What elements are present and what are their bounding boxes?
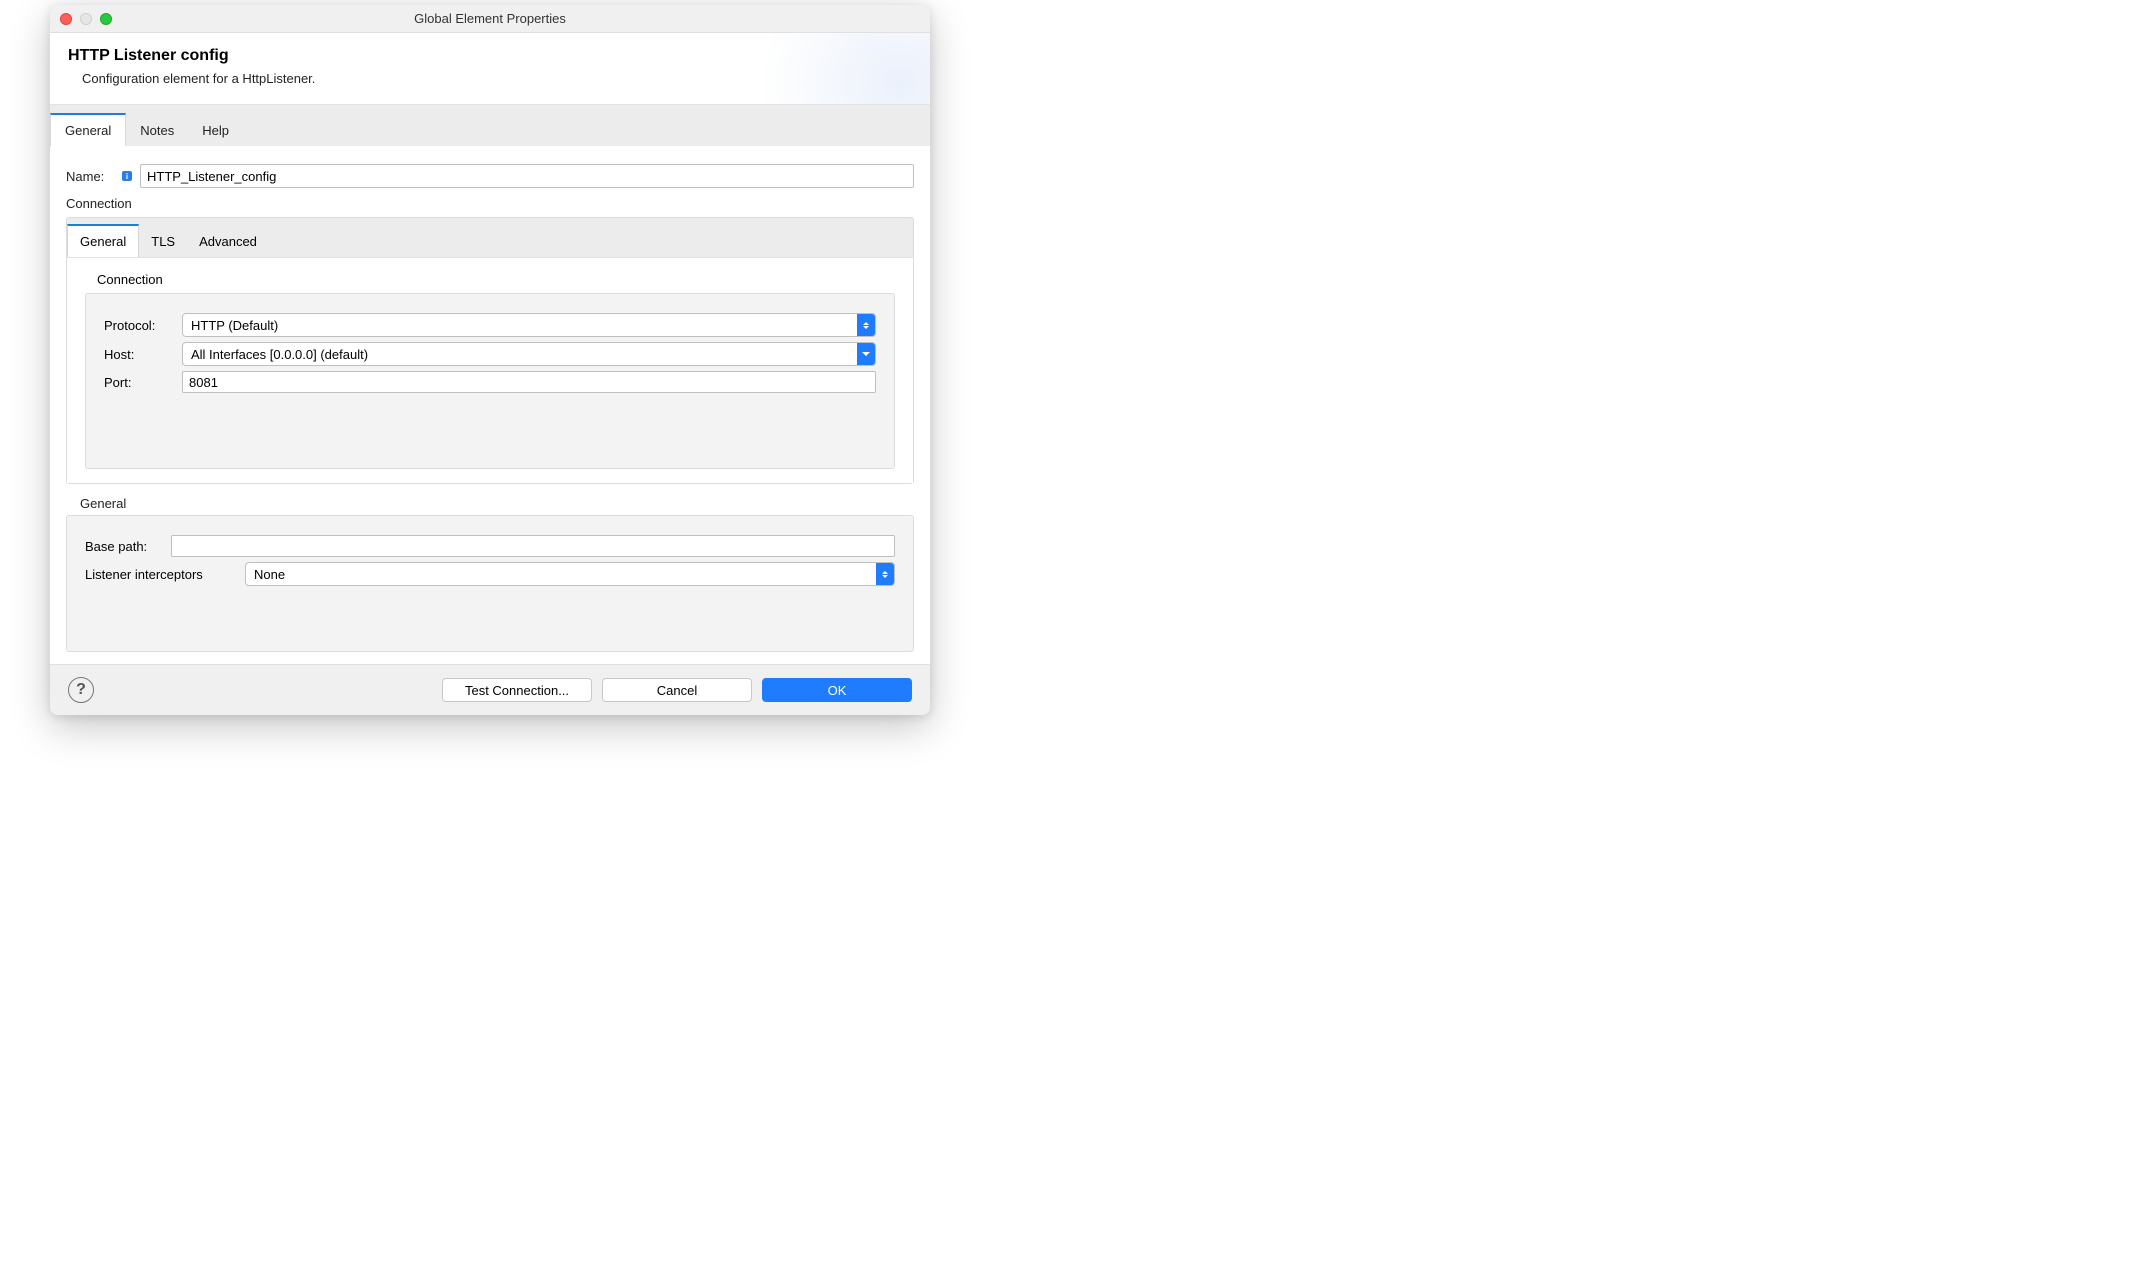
interceptors-label: Listener interceptors	[85, 567, 245, 582]
general-section-label: General	[80, 496, 914, 511]
port-label: Port:	[104, 375, 182, 390]
name-row: Name: i	[66, 164, 914, 188]
outer-tab-panel: Name: i Connection General TLS Advanced …	[50, 146, 930, 664]
name-input[interactable]	[140, 164, 914, 188]
minimize-icon[interactable]	[80, 13, 92, 25]
header-title: HTTP Listener config	[68, 47, 912, 65]
interceptors-select[interactable]: None	[245, 562, 895, 586]
protocol-label: Protocol:	[104, 318, 182, 333]
ok-button[interactable]: OK	[762, 678, 912, 702]
inner-tab-tls[interactable]: TLS	[139, 224, 187, 257]
chevron-down-icon	[857, 343, 875, 365]
chevron-updown-icon	[857, 314, 875, 336]
host-row: Host: All Interfaces [0.0.0.0] (default)	[104, 342, 876, 366]
chevron-updown-icon	[876, 563, 894, 585]
maximize-icon[interactable]	[100, 13, 112, 25]
close-icon[interactable]	[60, 13, 72, 25]
tab-help[interactable]: Help	[188, 113, 243, 146]
protocol-select[interactable]: HTTP (Default)	[182, 313, 876, 337]
port-row: Port:	[104, 371, 876, 393]
base-path-row: Base path:	[85, 535, 895, 557]
help-icon[interactable]: ?	[68, 677, 94, 703]
inner-tab-general[interactable]: General	[67, 224, 139, 257]
host-combobox-value: All Interfaces [0.0.0.0] (default)	[183, 347, 857, 362]
outer-tabs: General Notes Help	[50, 105, 930, 146]
cancel-button[interactable]: Cancel	[602, 678, 752, 702]
inner-tab-panel: Connection Protocol: HTTP (Default) Host…	[67, 257, 913, 483]
connection-fieldset: Protocol: HTTP (Default) Host: All Inter…	[85, 293, 895, 469]
inner-tab-advanced[interactable]: Advanced	[187, 224, 269, 257]
connection-fieldset-label: Connection	[85, 272, 895, 287]
dialog-footer: ? Test Connection... Cancel OK	[50, 664, 930, 715]
interceptors-row: Listener interceptors None	[85, 562, 895, 586]
host-combobox[interactable]: All Interfaces [0.0.0.0] (default)	[182, 342, 876, 366]
tab-general[interactable]: General	[50, 113, 126, 146]
dialog-window: Global Element Properties HTTP Listener …	[50, 5, 930, 715]
window-title: Global Element Properties	[50, 11, 930, 26]
test-connection-button[interactable]: Test Connection...	[442, 678, 592, 702]
connection-section-label: Connection	[66, 196, 914, 211]
interceptors-select-value: None	[246, 567, 876, 582]
header-subtitle: Configuration element for a HttpListener…	[68, 71, 912, 86]
base-path-input[interactable]	[171, 535, 895, 557]
name-label: Name:	[66, 169, 114, 184]
base-path-label: Base path:	[85, 539, 171, 554]
titlebar: Global Element Properties	[50, 5, 930, 33]
inner-tabs: General TLS Advanced	[67, 218, 913, 257]
port-input[interactable]	[182, 371, 876, 393]
general-panel: Base path: Listener interceptors None	[66, 515, 914, 652]
tab-notes[interactable]: Notes	[126, 113, 188, 146]
dialog-body: General Notes Help Name: i Connection Ge…	[50, 105, 930, 664]
protocol-select-value: HTTP (Default)	[183, 318, 857, 333]
connection-panel: General TLS Advanced Connection Protocol…	[66, 217, 914, 484]
protocol-row: Protocol: HTTP (Default)	[104, 313, 876, 337]
info-icon[interactable]: i	[122, 171, 132, 181]
dialog-header: HTTP Listener config Configuration eleme…	[50, 33, 930, 105]
host-label: Host:	[104, 347, 182, 362]
window-controls	[60, 13, 112, 25]
